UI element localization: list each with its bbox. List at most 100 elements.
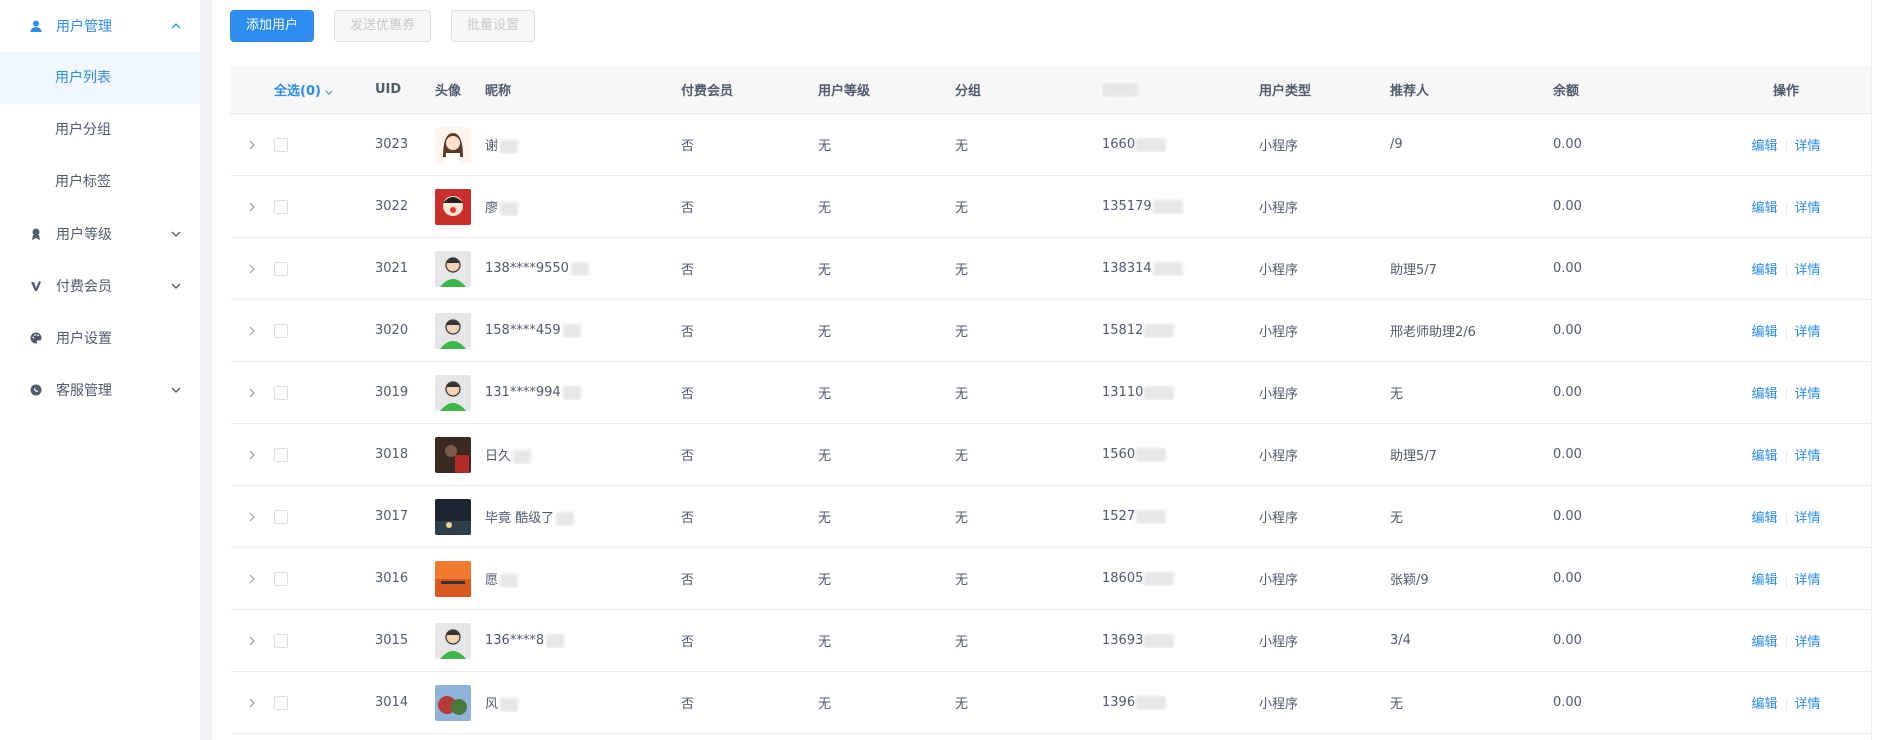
detail-link[interactable]: 详情 bbox=[1795, 263, 1821, 278]
user-level-cell: 无 bbox=[818, 697, 832, 712]
send-coupon-button[interactable]: 发送优惠券 bbox=[334, 10, 432, 42]
paid-member-cell: 否 bbox=[681, 387, 695, 402]
referrer-cell: 无 bbox=[1390, 387, 1404, 402]
menu-customer-service[interactable]: 客服管理 bbox=[0, 364, 200, 416]
nickname-cell: 131****994 bbox=[485, 385, 681, 400]
uid-cell: 3021 bbox=[375, 261, 409, 276]
phone-cell: 1560 bbox=[1102, 447, 1259, 462]
edit-link[interactable]: 编辑 bbox=[1751, 325, 1777, 340]
avatar bbox=[435, 126, 471, 163]
row-checkbox[interactable] bbox=[274, 323, 288, 338]
menu-user-management[interactable]: 用户管理 bbox=[0, 0, 200, 52]
group-cell: 无 bbox=[955, 635, 969, 650]
chevron-up-icon bbox=[170, 20, 182, 32]
detail-link[interactable]: 详情 bbox=[1795, 387, 1821, 402]
edit-link[interactable]: 编辑 bbox=[1751, 635, 1777, 650]
detail-link[interactable]: 详情 bbox=[1795, 697, 1821, 712]
menu-paid-member[interactable]: 付费会员 bbox=[0, 260, 200, 312]
paid-member-cell: 否 bbox=[681, 139, 695, 154]
expand-row-icon[interactable] bbox=[230, 202, 274, 212]
edit-link[interactable]: 编辑 bbox=[1751, 511, 1777, 526]
detail-link[interactable]: 详情 bbox=[1795, 139, 1821, 154]
detail-link[interactable]: 详情 bbox=[1795, 449, 1821, 464]
expand-row-icon[interactable] bbox=[230, 574, 274, 584]
row-checkbox[interactable] bbox=[274, 571, 288, 586]
expand-row-icon[interactable] bbox=[230, 450, 274, 460]
chat-icon bbox=[28, 382, 44, 398]
user-level-cell: 无 bbox=[818, 387, 832, 402]
nickname-cell: 风 bbox=[485, 693, 681, 712]
table-row: 3021 138****9550 否 无 无 138314 小程序 助理5/7 0.00 编辑 详情 bbox=[230, 238, 1876, 300]
expand-row-icon[interactable] bbox=[230, 636, 274, 646]
expand-row-icon[interactable] bbox=[230, 388, 274, 398]
phone-cell: 135179 bbox=[1102, 199, 1259, 214]
row-checkbox[interactable] bbox=[274, 261, 288, 276]
detail-link[interactable]: 详情 bbox=[1795, 635, 1821, 650]
chevron-down-icon bbox=[325, 84, 334, 99]
detail-link[interactable]: 详情 bbox=[1795, 511, 1821, 526]
referrer-cell: 无 bbox=[1390, 511, 1404, 526]
edit-link[interactable]: 编辑 bbox=[1751, 263, 1777, 278]
row-checkbox[interactable] bbox=[274, 385, 288, 400]
detail-link[interactable]: 详情 bbox=[1795, 573, 1821, 588]
header-user-type: 用户类型 bbox=[1259, 84, 1312, 99]
group-cell: 无 bbox=[955, 449, 969, 464]
table-header: 全选(0) UID 头像 昵称 付费会员 用户等级 分组 用户类型 推荐人 余额… bbox=[230, 66, 1876, 114]
palette-icon bbox=[28, 330, 44, 346]
user-type-cell: 小程序 bbox=[1259, 201, 1299, 216]
table-row: 3020 158****459 否 无 无 15812 小程序 邢老师助理2/6 0.00 编辑 详… bbox=[230, 300, 1876, 362]
avatar bbox=[435, 498, 471, 535]
group-cell: 无 bbox=[955, 697, 969, 712]
edit-link[interactable]: 编辑 bbox=[1751, 449, 1777, 464]
header-user-level: 用户等级 bbox=[818, 84, 871, 99]
user-level-cell: 无 bbox=[818, 449, 832, 464]
edit-link[interactable]: 编辑 bbox=[1751, 573, 1777, 588]
sidebar-item-user-tags[interactable]: 用户标签 bbox=[0, 156, 200, 208]
expand-row-icon[interactable] bbox=[230, 326, 274, 336]
edit-link[interactable]: 编辑 bbox=[1751, 697, 1777, 712]
nickname-cell: 廖 bbox=[485, 197, 681, 216]
detail-link[interactable]: 详情 bbox=[1795, 325, 1821, 340]
paid-member-cell: 否 bbox=[681, 263, 695, 278]
sidebar-item-user-list[interactable]: 用户列表 bbox=[0, 52, 200, 104]
row-checkbox[interactable] bbox=[274, 199, 288, 214]
select-all-dropdown[interactable]: 全选(0) bbox=[274, 80, 375, 99]
add-user-button[interactable]: 添加用户 bbox=[230, 10, 315, 42]
edit-link[interactable]: 编辑 bbox=[1751, 387, 1777, 402]
menu-label: 用户等级 bbox=[56, 227, 112, 243]
nickname-cell: 138****9550 bbox=[485, 261, 681, 276]
edit-link[interactable]: 编辑 bbox=[1751, 201, 1777, 216]
expand-row-icon[interactable] bbox=[230, 264, 274, 274]
uid-cell: 3019 bbox=[375, 385, 409, 400]
expand-row-icon[interactable] bbox=[230, 140, 274, 150]
row-checkbox[interactable] bbox=[274, 695, 288, 710]
row-checkbox[interactable] bbox=[274, 509, 288, 524]
edit-link[interactable]: 编辑 bbox=[1751, 139, 1777, 154]
phone-cell: 1527 bbox=[1102, 509, 1259, 524]
balance-cell: 0.00 bbox=[1553, 447, 1582, 462]
scrollbar-track[interactable] bbox=[1871, 0, 1891, 740]
expand-row-icon[interactable] bbox=[230, 698, 274, 708]
menu-user-level[interactable]: 用户等级 bbox=[0, 208, 200, 260]
expand-row-icon[interactable] bbox=[230, 512, 274, 522]
sidebar-item-user-group[interactable]: 用户分组 bbox=[0, 104, 200, 156]
user-type-cell: 小程序 bbox=[1259, 387, 1299, 402]
select-all-label[interactable]: 全选(0) bbox=[274, 84, 321, 99]
user-level-cell: 无 bbox=[818, 139, 832, 154]
menu-user-settings[interactable]: 用户设置 bbox=[0, 312, 200, 364]
row-checkbox[interactable] bbox=[274, 137, 288, 152]
balance-cell: 0.00 bbox=[1553, 199, 1582, 214]
row-checkbox[interactable] bbox=[274, 633, 288, 648]
uid-cell: 3023 bbox=[375, 137, 409, 152]
main-content: 添加用户 发送优惠券 批量设置 全选(0) UID 头像 昵称 付费会员 用户等… bbox=[212, 0, 1891, 740]
group-cell: 无 bbox=[955, 573, 969, 588]
referrer-cell: /9 bbox=[1390, 137, 1403, 152]
referrer-cell: 张颖/9 bbox=[1390, 573, 1429, 588]
actions-cell: 编辑 详情 bbox=[1696, 135, 1876, 154]
menu-label: 客服管理 bbox=[56, 383, 112, 399]
batch-settings-button[interactable]: 批量设置 bbox=[451, 10, 536, 42]
row-checkbox[interactable] bbox=[274, 447, 288, 462]
actions-cell: 编辑 详情 bbox=[1696, 259, 1876, 278]
user-type-cell: 小程序 bbox=[1259, 263, 1299, 278]
detail-link[interactable]: 详情 bbox=[1795, 201, 1821, 216]
